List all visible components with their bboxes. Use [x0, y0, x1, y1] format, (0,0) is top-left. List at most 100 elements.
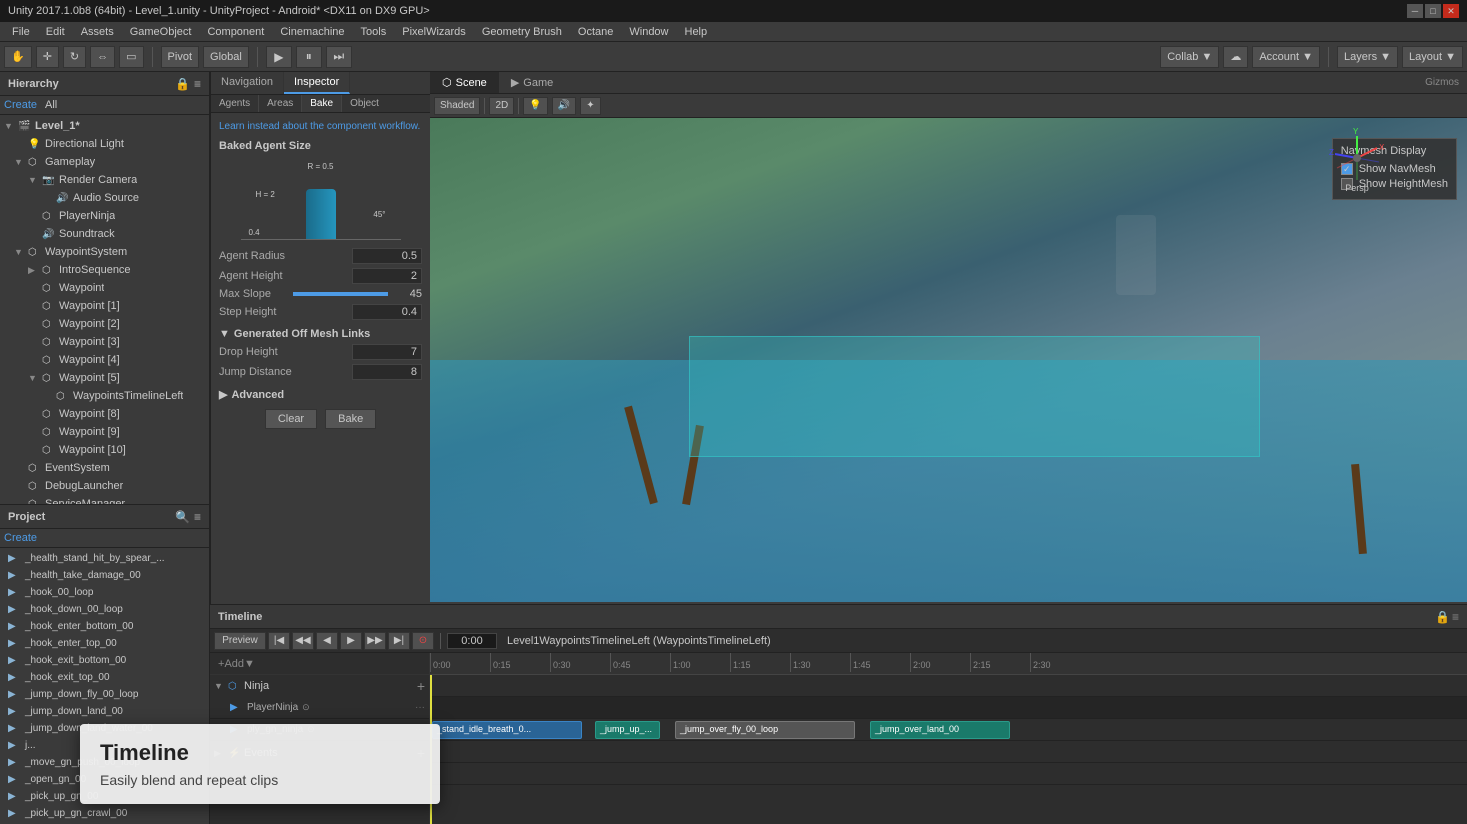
proj-item[interactable]: ▶ _jump_down_land_00 [0, 703, 209, 720]
inspector-tab[interactable]: Inspector [284, 72, 350, 94]
offmesh-section-header[interactable]: ▼ Generated Off Mesh Links [219, 328, 422, 340]
shading-dropdown[interactable]: Shaded [434, 97, 480, 115]
hier-waypoint2[interactable]: ⬡ Waypoint [2] [0, 315, 209, 333]
proj-item[interactable]: ▶ _health_take_damage_00 [0, 567, 209, 584]
timeline-lock-icon[interactable]: 🔒 [1435, 610, 1450, 624]
proj-item[interactable]: ▶ _hook_enter_bottom_00 [0, 618, 209, 635]
step-button[interactable]: ⏭ [326, 46, 352, 68]
clear-button[interactable]: Clear [265, 409, 317, 429]
hier-level1[interactable]: ▼ 🎬 Level_1* [0, 117, 209, 135]
project-search-icon[interactable]: 🔍 [175, 510, 190, 524]
collab-button[interactable]: Collab ▼ [1160, 46, 1219, 68]
hier-waypoint1[interactable]: ⬡ Waypoint [1] [0, 297, 209, 315]
proj-item[interactable]: ▶ _hook_exit_top_00 [0, 669, 209, 686]
bake-button[interactable]: Bake [325, 409, 376, 429]
clip-jump-fly[interactable]: _jump_over_fly_00_loop [675, 721, 855, 739]
navigation-tab[interactable]: Navigation [211, 72, 284, 94]
hier-debuglauncher[interactable]: ⬡ DebugLauncher [0, 477, 209, 495]
menu-cinemachine[interactable]: Cinemachine [272, 24, 352, 40]
menu-help[interactable]: Help [677, 24, 716, 40]
agent-height-value[interactable]: 2 [352, 268, 422, 284]
hier-waypoint10[interactable]: ⬡ Waypoint [10] [0, 441, 209, 459]
hier-waypoint3[interactable]: ⬡ Waypoint [3] [0, 333, 209, 351]
clip-jump-land[interactable]: _jump_over_land_00 [870, 721, 1010, 739]
menu-octane[interactable]: Octane [570, 24, 621, 40]
2d-button[interactable]: 2D [489, 97, 514, 115]
clip-stand-idle[interactable]: _stand_idle_breath_0... [432, 721, 582, 739]
hier-waypoint5[interactable]: ▼ ⬡ Waypoint [5] [0, 369, 209, 387]
timeline-add-btn[interactable]: + Add▼ [210, 653, 429, 675]
workflow-link[interactable]: Learn instead about the component workfl… [219, 121, 422, 132]
max-slope-slider[interactable] [293, 292, 388, 296]
hier-waypoint9[interactable]: ⬡ Waypoint [9] [0, 423, 209, 441]
hier-servicemanager[interactable]: ⬡ ServiceManager [0, 495, 209, 504]
game-tab[interactable]: ▶ Game [499, 72, 565, 93]
proj-item[interactable]: ▶ _hook_enter_top_00 [0, 635, 209, 652]
menu-geometry-brush[interactable]: Geometry Brush [474, 24, 570, 40]
agent-radius-value[interactable]: 0.5 [352, 248, 422, 264]
menu-gameobject[interactable]: GameObject [122, 24, 200, 40]
hier-directionallight[interactable]: 💡 Directional Light [0, 135, 209, 153]
hier-gameplay[interactable]: ▼ ⬡ Gameplay [0, 153, 209, 171]
timeline-timecode[interactable]: 0:00 [447, 633, 497, 649]
tl-prev-btn[interactable]: ◀ [316, 632, 338, 650]
hier-rendercamera[interactable]: ▼ 📷 Render Camera [0, 171, 209, 189]
preview-button[interactable]: Preview [214, 632, 266, 650]
pause-button[interactable]: ⏸ [296, 46, 322, 68]
move-tool-button[interactable]: ✛ [36, 46, 59, 68]
tl-next-btn[interactable]: ▶▶ [364, 632, 386, 650]
tl-prev-frame-btn[interactable]: ◀◀ [292, 632, 314, 650]
hier-waypoint4[interactable]: ⬡ Waypoint [4] [0, 351, 209, 369]
proj-item[interactable]: ▶ _hook_down_00_loop [0, 601, 209, 618]
hier-audiosource[interactable]: 🔊 Audio Source [0, 189, 209, 207]
proj-item[interactable]: ▶ _health_stand_hit_by_spear_... [0, 550, 209, 567]
drop-height-value[interactable]: 7 [352, 344, 422, 360]
project-create-btn[interactable]: Create [4, 532, 37, 544]
scene-lights-btn[interactable]: 💡 [523, 97, 547, 115]
nav-agents-tab[interactable]: Agents [211, 95, 259, 112]
menu-assets[interactable]: Assets [73, 24, 122, 40]
hier-soundtrack[interactable]: 🔊 Soundtrack [0, 225, 209, 243]
clip-jump-up[interactable]: _jump_up_... [595, 721, 660, 739]
hier-eventsystem[interactable]: ⬡ EventSystem [0, 459, 209, 477]
hier-waypoint[interactable]: ⬡ Waypoint [0, 279, 209, 297]
menu-tools[interactable]: Tools [353, 24, 395, 40]
menu-window[interactable]: Window [621, 24, 676, 40]
nav-object-tab[interactable]: Object [342, 95, 387, 112]
play-button[interactable]: ▶ [266, 46, 292, 68]
tl-play-btn[interactable]: ▶ [340, 632, 362, 650]
rect-tool-button[interactable]: ▭ [119, 46, 143, 68]
menu-pixelwizards[interactable]: PixelWizards [394, 24, 474, 40]
hier-waypoint8[interactable]: ⬡ Waypoint [8] [0, 405, 209, 423]
hier-waypointstimelineleft[interactable]: ⬡ WaypointsTimelineLeft [0, 387, 209, 405]
proj-item[interactable]: ▶ _hook_00_loop [0, 584, 209, 601]
jump-distance-value[interactable]: 8 [352, 364, 422, 380]
nav-areas-tab[interactable]: Areas [259, 95, 302, 112]
advanced-section-header[interactable]: ▶ Advanced [219, 388, 422, 401]
tl-goto-end-btn[interactable]: ▶| [388, 632, 410, 650]
scale-tool-button[interactable]: ⇔ [90, 46, 115, 68]
scene-effects-btn[interactable]: ✦ [580, 97, 600, 115]
step-height-value[interactable]: 0.4 [352, 304, 422, 320]
menu-component[interactable]: Component [199, 24, 272, 40]
scene-audio-btn[interactable]: 🔊 [552, 97, 576, 115]
hier-waypointsystem[interactable]: ▼ ⬡ WaypointSystem [0, 243, 209, 261]
playerninja-track[interactable]: ▶ PlayerNinja ⊙ ··· [210, 697, 429, 719]
ninja-track-header[interactable]: ▼ ⬡ Ninja + [210, 675, 429, 697]
close-button[interactable]: ✕ [1443, 4, 1459, 18]
menu-file[interactable]: File [4, 24, 38, 40]
proj-item[interactable]: ▶ _hook_exit_bottom_00 [0, 652, 209, 669]
nav-bake-tab[interactable]: Bake [302, 95, 342, 112]
hierarchy-create-btn[interactable]: Create [4, 99, 37, 111]
hierarchy-lock-icon[interactable]: 🔒 [175, 77, 190, 91]
layout-button[interactable]: Layout ▼ [1402, 46, 1463, 68]
scene-tab[interactable]: ⬡ Scene [430, 72, 499, 93]
account-button[interactable]: Account ▼ [1252, 46, 1320, 68]
layers-button[interactable]: Layers ▼ [1337, 46, 1398, 68]
cloud-button[interactable]: ☁ [1223, 46, 1248, 68]
menu-edit[interactable]: Edit [38, 24, 73, 40]
proj-item[interactable]: ▶ _jump_down_fly_00_loop [0, 686, 209, 703]
ninja-add-track-icon[interactable]: + [417, 678, 425, 694]
hierarchy-all-btn[interactable]: All [45, 99, 57, 111]
maximize-button[interactable]: □ [1425, 4, 1441, 18]
